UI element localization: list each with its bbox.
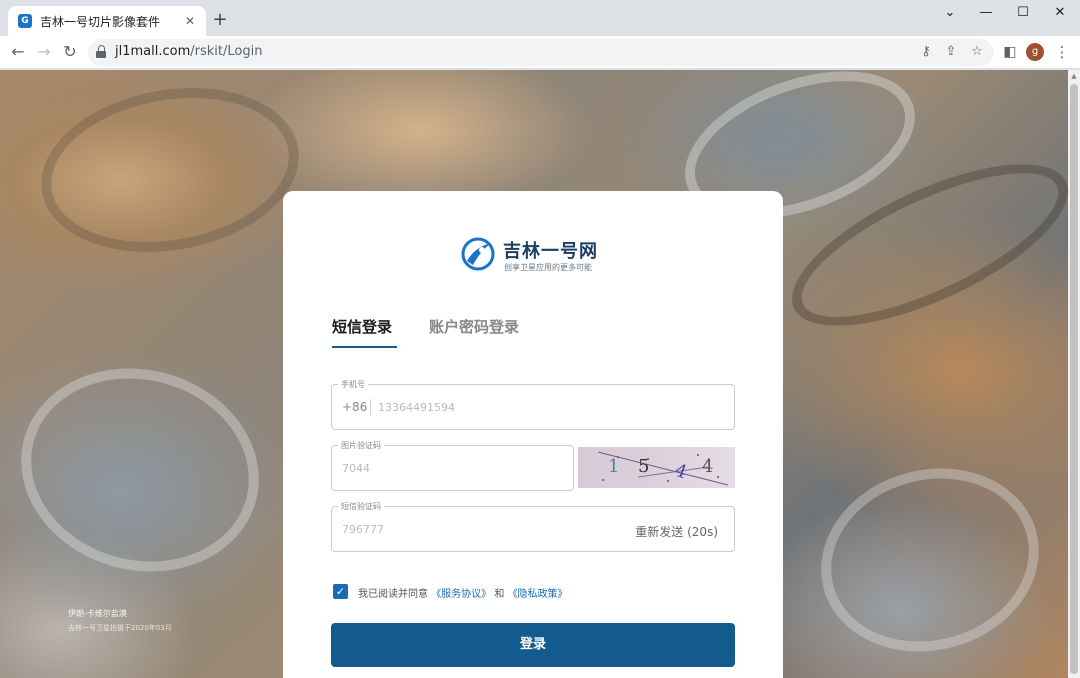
image-caption: 伊朗-卡维尔盐漠 吉林一号卫星拍摄于2020年03月: [68, 608, 172, 633]
phone-label: 手机号: [338, 379, 368, 390]
maximize-button[interactable]: ☐: [1005, 0, 1041, 30]
captcha-char: 5: [638, 456, 650, 477]
prefix-divider: [370, 399, 371, 415]
image-code-input[interactable]: [342, 446, 562, 490]
reload-button[interactable]: ↻: [58, 40, 82, 64]
brand-logo-icon: [461, 237, 495, 271]
sms-code-field: 短信验证码 重新发送 (20s): [331, 501, 735, 552]
caption-subtitle: 吉林一号卫星拍摄于2020年03月: [68, 624, 172, 632]
agreement-prefix: 我已阅读并同意: [358, 589, 428, 600]
sms-code-input[interactable]: [342, 507, 602, 551]
url-text: jl1mall.com/rskit/Login: [115, 44, 263, 59]
brand-name: 吉林一号网: [503, 241, 598, 262]
menu-icon[interactable]: ⋮: [1052, 41, 1072, 63]
scrollbar-thumb[interactable]: [1070, 84, 1078, 674]
page-viewport: 伊朗-卡维尔盐漠 吉林一号卫星拍摄于2020年03月 吉林一号网 创享卫星应用的…: [0, 70, 1068, 678]
agreement-checkbox[interactable]: ✓: [333, 584, 348, 599]
tab-sms-login[interactable]: 短信登录: [332, 316, 392, 337]
login-card: 吉林一号网 创享卫星应用的更多可能 短信登录 账户密码登录 手机号 +86 图片…: [283, 191, 783, 678]
tab-close-icon[interactable]: ✕: [182, 14, 198, 28]
service-agreement-link[interactable]: 《服务协议》: [431, 589, 491, 600]
captcha-char: 4: [702, 456, 714, 477]
browser-tab[interactable]: G 吉林一号切片影像套件 ✕: [8, 6, 206, 36]
back-button[interactable]: ←: [6, 40, 30, 64]
side-panel-icon[interactable]: ◧: [999, 41, 1021, 63]
image-code-field: 图片验证码: [331, 440, 574, 491]
active-tab-indicator: [332, 346, 397, 348]
minimize-button[interactable]: —: [968, 0, 1004, 30]
login-button[interactable]: 登录: [331, 623, 735, 667]
site-favicon-icon: G: [18, 14, 32, 28]
captcha-char: 1: [608, 456, 620, 477]
close-window-button[interactable]: ✕: [1042, 0, 1078, 30]
resend-code-button[interactable]: 重新发送 (20s): [635, 523, 718, 540]
new-tab-button[interactable]: +: [210, 10, 230, 30]
tab-password-login[interactable]: 账户密码登录: [429, 316, 519, 337]
scroll-up-arrow-icon[interactable]: ▲: [1070, 72, 1078, 80]
browser-titlebar: G 吉林一号切片影像套件 ✕ + ⌄ — ☐ ✕: [0, 0, 1080, 36]
share-icon[interactable]: ⇪: [941, 42, 961, 62]
address-bar[interactable]: jl1mall.com/rskit/Login ⚷ ⇪ ☆: [88, 39, 994, 66]
brand-logo: 吉林一号网 创享卫星应用的更多可能: [461, 235, 611, 275]
forward-button[interactable]: →: [32, 40, 56, 64]
tab-title: 吉林一号切片影像套件: [40, 14, 161, 29]
captcha-image[interactable]: 1 5 4 4: [578, 447, 735, 488]
profile-avatar[interactable]: g: [1026, 43, 1044, 61]
key-icon[interactable]: ⚷: [916, 42, 936, 62]
agreement-text: 我已阅读并同意 《服务协议》 和 《隐私政策》: [358, 585, 568, 600]
phone-input[interactable]: [378, 385, 718, 429]
country-code[interactable]: +86: [342, 400, 367, 414]
page-scrollbar[interactable]: ▲: [1068, 70, 1080, 678]
tab-search-chevron-icon[interactable]: ⌄: [932, 0, 968, 30]
caption-title: 伊朗-卡维尔盐漠: [68, 609, 127, 618]
brand-slogan: 创享卫星应用的更多可能: [504, 263, 592, 272]
agreement-and: 和: [494, 589, 505, 600]
browser-toolbar: ← → ↻ jl1mall.com/rskit/Login ⚷ ⇪ ☆ ◧ g …: [0, 36, 1080, 69]
privacy-policy-link[interactable]: 《隐私政策》: [508, 589, 568, 600]
bookmark-star-icon[interactable]: ☆: [967, 42, 987, 62]
phone-field: 手机号 +86: [331, 379, 735, 430]
lock-icon[interactable]: [96, 45, 106, 59]
